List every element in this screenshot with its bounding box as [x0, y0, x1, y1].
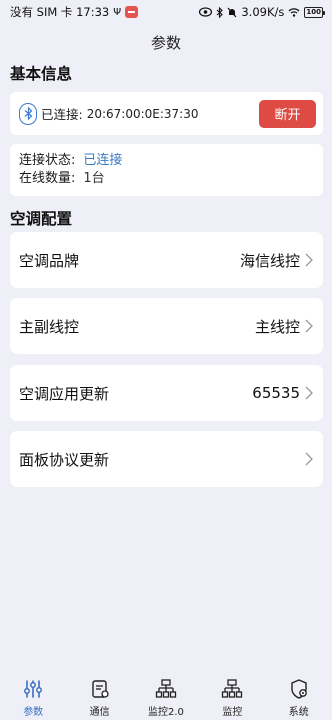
row-main-sub-control[interactable]: 主副线控 主线控: [10, 298, 323, 354]
chevron-right-icon: [305, 386, 313, 400]
network-tree-icon: [155, 679, 177, 698]
nav-label: 监控2.0: [148, 707, 184, 718]
ac-config-heading: 空调配置: [10, 210, 73, 228]
chevron-right-icon: [305, 319, 313, 333]
row-label: 空调品牌: [19, 251, 80, 270]
nav-item-monitor[interactable]: 监控: [202, 678, 262, 718]
chevron-right-icon: [305, 452, 313, 466]
shield-gear-icon: [291, 679, 307, 699]
row-label: 主副线控: [19, 317, 80, 336]
conn-status-value: 已连接: [83, 153, 123, 168]
mute-bell-icon: [227, 7, 237, 17]
basic-info-heading: 基本信息: [10, 65, 73, 83]
clipboard-icon: [91, 680, 109, 698]
nav-item-monitor-2[interactable]: 监控2.0: [136, 678, 196, 718]
usb-icon: Ψ: [113, 6, 122, 18]
nav-item-communication[interactable]: 通信: [70, 678, 130, 718]
wifi-icon: [288, 8, 300, 17]
row-panel-protocol-update[interactable]: 面板协议更新: [10, 431, 323, 487]
row-value: 65535: [252, 384, 300, 402]
nav-label: 监控: [222, 707, 243, 718]
battery-level: 100: [306, 7, 321, 16]
row-label: 面板协议更新: [19, 450, 110, 469]
nav-item-system[interactable]: 系统: [269, 678, 329, 718]
sim-time-text: 没有 SIM 卡 17:33: [10, 5, 110, 19]
connection-status-row: 连接状态: 已连接: [19, 152, 314, 170]
row-value: 海信线控: [239, 251, 300, 270]
sliders-icon: [24, 680, 43, 698]
page-title: 参数: [150, 34, 181, 52]
bluetooth-card: 已连接: 20:67:00:0E:37:30 断开: [10, 92, 323, 135]
conn-status-label: 连接状态:: [19, 153, 76, 168]
nav-label: 参数: [23, 707, 44, 718]
battery-icon: 100: [304, 6, 325, 18]
network-tree-icon: [222, 679, 243, 698]
mac-address: 20:67:00:0E:37:30: [86, 106, 199, 121]
status-bar-left: 没有 SIM 卡 17:33 Ψ: [10, 4, 139, 20]
nav-item-params[interactable]: 参数: [3, 678, 63, 718]
row-value: 主线控: [254, 317, 300, 336]
row-ac-brand[interactable]: 空调品牌 海信线控: [10, 232, 323, 288]
bottom-nav: 参数 通信 监控2.0 监控 系统: [0, 673, 332, 720]
online-count-value: 1台: [83, 171, 105, 186]
eye-icon: [199, 7, 213, 17]
bluetooth-icon: [19, 102, 37, 125]
row-label: 空调应用更新: [19, 384, 110, 403]
chevron-right-icon: [305, 253, 313, 267]
online-count-row: 在线数量: 1台: [19, 170, 314, 188]
disconnect-button[interactable]: 断开: [259, 99, 316, 128]
nav-label: 通信: [89, 707, 110, 718]
online-count-label: 在线数量:: [19, 171, 76, 186]
status-bar: 没有 SIM 卡 17:33 Ψ 3.09K/s 100: [0, 0, 332, 24]
status-bar-right: 3.09K/s 100: [199, 5, 325, 19]
network-speed: 3.09K/s: [241, 5, 285, 19]
nav-label: 系统: [288, 707, 309, 718]
bluetooth-status-icon: [216, 6, 224, 18]
app-notification-icon: [125, 6, 139, 18]
connected-label: 已连接:: [41, 107, 83, 122]
row-ac-app-update[interactable]: 空调应用更新 65535: [10, 365, 323, 421]
connection-status-card: 连接状态: 已连接 在线数量: 1台: [10, 144, 323, 196]
